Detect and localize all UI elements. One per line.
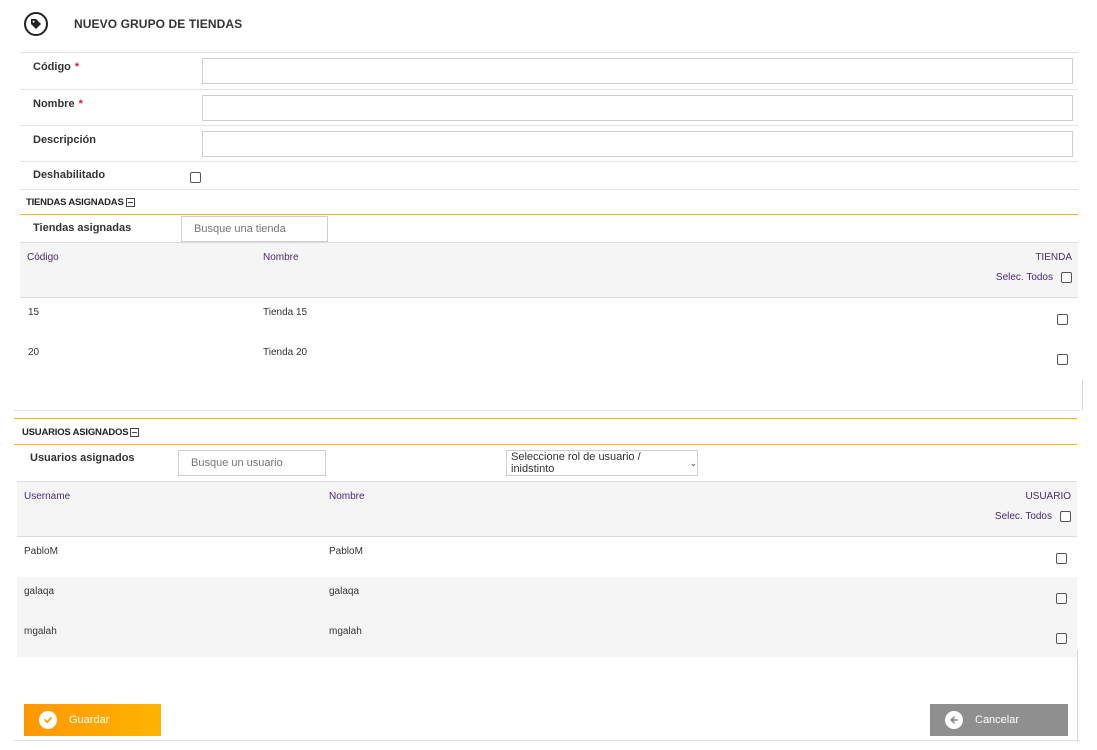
col-tienda: TIENDA <box>1035 252 1072 263</box>
cell-username: PabloM <box>24 546 58 557</box>
nombre-row: Nombre * <box>20 89 1078 125</box>
col-username[interactable]: Username <box>24 491 70 502</box>
chevron-down-icon: ⌄ <box>689 457 697 468</box>
cell-codigo: 15 <box>28 307 40 318</box>
deshabilitado-label: Deshabilitado <box>33 169 106 181</box>
select-all-tiendas[interactable]: Selec. Todos <box>996 272 1072 283</box>
cell-username: mgalah <box>24 626 57 637</box>
codigo-label: Código * <box>33 61 80 73</box>
codigo-row: Código * <box>20 52 1078 89</box>
cell-nombre: Tienda 15 <box>263 307 308 318</box>
tiendas-table-header: Código Nombre TIENDA Selec. Todos <box>20 242 1078 298</box>
panel-border-right <box>1077 650 1078 742</box>
col-codigo[interactable]: Código <box>27 252 59 263</box>
check-icon <box>39 711 57 729</box>
deshabilitado-row: Deshabilitado <box>20 161 1078 190</box>
arrow-left-icon <box>945 711 963 729</box>
store-group-form: Código * Nombre * Descripción Deshabilitad… <box>20 52 1078 190</box>
panel-divider <box>14 410 1080 411</box>
usuarios-table: Username Nombre USUARIO Selec. Todos Pab… <box>17 481 1077 657</box>
cancel-label: Cancelar <box>975 714 1020 726</box>
codigo-input[interactable] <box>202 58 1073 84</box>
save-label: Guardar <box>69 714 110 726</box>
tag-icon <box>24 12 48 36</box>
deshabilitado-checkbox[interactable] <box>190 172 201 183</box>
usuario-search-input[interactable] <box>178 450 326 476</box>
cell-username: galaqa <box>24 586 55 597</box>
cancel-button[interactable]: Cancelar <box>930 704 1068 736</box>
table-row: galaqa galaqa <box>17 577 1077 617</box>
table-row: PabloM PabloM <box>17 537 1077 577</box>
collapse-icon[interactable] <box>125 198 135 207</box>
usuarios-top-line <box>14 418 1077 419</box>
cell-nombre: galaqa <box>329 586 360 597</box>
usuarios-section-title[interactable]: USUARIOS ASIGNADOS <box>22 427 140 438</box>
page-title: NUEVO GRUPO DE TIENDAS <box>74 17 243 31</box>
usuarios-divider <box>14 444 1077 445</box>
tiendas-section-title[interactable]: TIENDAS ASIGNADAS <box>26 197 135 208</box>
row-checkbox[interactable] <box>1056 593 1067 604</box>
select-all-checkbox[interactable] <box>1061 272 1072 283</box>
nombre-label: Nombre * <box>33 98 83 110</box>
descripcion-input[interactable] <box>202 131 1073 157</box>
usuarios-filter-label: Usuarios asignados <box>30 452 135 464</box>
col-nombre[interactable]: Nombre <box>329 491 365 502</box>
table-row: mgalah mgalah <box>17 617 1077 657</box>
table-row: 15 Tienda 15 <box>20 298 1078 338</box>
cell-nombre: Tienda 20 <box>263 347 308 358</box>
nombre-input[interactable] <box>202 95 1073 121</box>
tienda-search-input[interactable] <box>181 216 328 242</box>
tiendas-divider <box>20 214 1078 215</box>
cell-nombre: mgalah <box>329 626 362 637</box>
descripcion-label: Descripción <box>33 134 96 146</box>
panel-border <box>1082 380 1083 410</box>
footer-divider <box>14 740 1080 741</box>
row-checkbox[interactable] <box>1057 314 1068 325</box>
row-checkbox[interactable] <box>1057 354 1068 365</box>
descripcion-row: Descripción <box>20 125 1078 161</box>
select-all-checkbox[interactable] <box>1060 511 1071 522</box>
col-usuario: USUARIO <box>1025 491 1071 502</box>
row-checkbox[interactable] <box>1056 553 1067 564</box>
user-role-select[interactable]: Seleccione rol de usuario / inidstinto ⌄ <box>506 450 698 476</box>
row-checkbox[interactable] <box>1056 633 1067 644</box>
tiendas-filter-label: Tiendas asignadas <box>33 222 132 234</box>
cell-nombre: PabloM <box>329 546 363 557</box>
collapse-icon[interactable] <box>130 428 140 437</box>
table-row: 20 Tienda 20 <box>20 338 1078 378</box>
tiendas-table: Código Nombre TIENDA Selec. Todos 15 Tie… <box>20 242 1078 378</box>
col-nombre[interactable]: Nombre <box>263 252 299 263</box>
page-header: NUEVO GRUPO DE TIENDAS <box>24 10 242 38</box>
cell-codigo: 20 <box>28 347 40 358</box>
select-all-usuarios[interactable]: Selec. Todos <box>995 511 1071 522</box>
usuarios-table-header: Username Nombre USUARIO Selec. Todos <box>17 481 1077 537</box>
save-button[interactable]: Guardar <box>24 704 161 736</box>
